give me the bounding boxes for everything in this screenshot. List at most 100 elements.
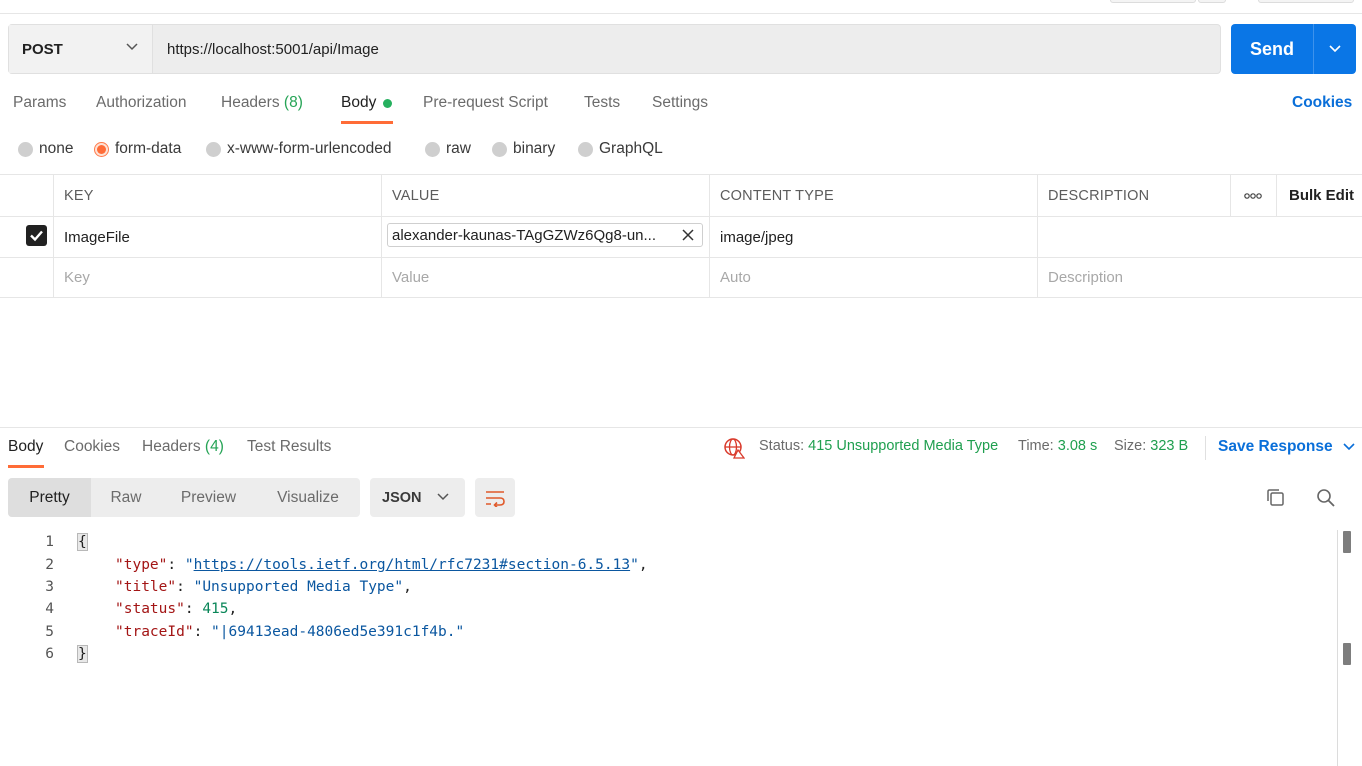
- json-string-value: "|69413ead-4806ed5e391c1f4b.": [211, 624, 465, 640]
- response-tab-cookies[interactable]: Cookies: [64, 438, 120, 456]
- scrollbar-track[interactable]: [1337, 530, 1338, 766]
- line-number: 4: [45, 601, 54, 617]
- tab-authorization[interactable]: Authorization: [96, 94, 186, 112]
- copy-icon[interactable]: [1264, 486, 1288, 510]
- new-content-type-input[interactable]: Auto: [709, 258, 1037, 297]
- tab-headers[interactable]: Headers (8): [221, 94, 303, 112]
- checkmark-icon: [30, 230, 43, 242]
- wrap-lines-icon: [486, 490, 505, 507]
- response-tab-body[interactable]: Body: [8, 438, 43, 456]
- chevron-down-icon: [437, 493, 449, 501]
- code-line: "traceId": "|69413ead-4806ed5e391c1f4b.": [115, 624, 465, 640]
- scrollbar-thumb[interactable]: [1343, 531, 1351, 553]
- row-description-field[interactable]: [1037, 217, 1362, 257]
- method-label: POST: [22, 40, 63, 58]
- radio-circle: [18, 141, 33, 157]
- response-time: Time: 3.08 s: [1018, 438, 1097, 454]
- size-label: Size:: [1114, 438, 1147, 454]
- json-key: "traceId": [115, 624, 194, 640]
- tab-headers-count: (8): [283, 94, 303, 111]
- response-body-code[interactable]: 1 2 3 4 5 6 { "type": "https://tools.iet…: [0, 530, 1338, 766]
- tab-params[interactable]: Params: [13, 94, 66, 112]
- json-key: "type": [115, 557, 168, 573]
- tab-settings[interactable]: Settings: [652, 94, 708, 112]
- chevron-down-icon: [126, 43, 138, 51]
- radio-graphql[interactable]: GraphQL: [578, 140, 663, 158]
- save-response-button[interactable]: Save Response: [1218, 438, 1355, 456]
- line-number: 6: [45, 646, 54, 662]
- json-number-value: 415: [202, 601, 229, 617]
- radio-circle: [425, 141, 440, 157]
- response-tab-headers[interactable]: Headers (4): [142, 438, 224, 456]
- active-tab-underline: [341, 121, 393, 124]
- size-value: 323 B: [1150, 438, 1189, 454]
- radio-form-data[interactable]: form-data: [94, 140, 181, 158]
- send-options-button[interactable]: [1314, 24, 1356, 74]
- view-mode-switcher: Pretty Raw Preview Visualize: [8, 478, 360, 517]
- radio-circle-selected: [94, 141, 109, 157]
- column-divider: [1276, 174, 1277, 217]
- search-icon[interactable]: [1314, 486, 1338, 510]
- close-icon[interactable]: [680, 227, 696, 243]
- file-value-chip[interactable]: alexander-kaunas-TAgGZWz6Qg8-un...: [387, 223, 703, 247]
- radio-circle: [206, 141, 221, 157]
- radio-circle: [492, 141, 507, 157]
- top-toolbar-chip[interactable]: [1110, 0, 1196, 3]
- radio-raw[interactable]: raw: [425, 140, 471, 158]
- tab-pre-request-script[interactable]: Pre-request Script: [423, 94, 548, 112]
- open-brace: {: [77, 533, 88, 551]
- cookies-link[interactable]: Cookies: [1292, 94, 1352, 112]
- tab-tests[interactable]: Tests: [584, 94, 620, 112]
- json-link-value[interactable]: https://tools.ietf.org/html/rfc7231#sect…: [194, 557, 631, 573]
- json-key: "title": [115, 579, 177, 595]
- view-mode-preview[interactable]: Preview: [161, 478, 256, 517]
- network-globe-icon[interactable]: [723, 437, 745, 459]
- line-number: 3: [45, 579, 54, 595]
- radio-none[interactable]: none: [18, 140, 73, 158]
- radio-urlencoded-label: x-www-form-urlencoded: [227, 140, 392, 157]
- line-number: 2: [45, 557, 54, 573]
- send-button-group: Send: [1231, 24, 1356, 74]
- status-label: Status:: [759, 438, 805, 454]
- column-header-key: KEY: [64, 187, 94, 204]
- row-content-type-field[interactable]: image/jpeg: [709, 217, 1037, 257]
- row-key-field[interactable]: ImageFile: [53, 217, 381, 257]
- chevron-down-icon: [1329, 45, 1341, 53]
- response-tab-headers-count: (4): [204, 438, 224, 455]
- json-string-value: "Unsupported Media Type": [193, 579, 404, 595]
- radio-binary-label: binary: [513, 140, 556, 157]
- radio-circle: [578, 141, 593, 157]
- radio-binary[interactable]: binary: [492, 140, 555, 158]
- scrollbar-thumb[interactable]: [1343, 643, 1351, 665]
- new-value-input[interactable]: Value: [381, 258, 709, 297]
- response-tab-test-results[interactable]: Test Results: [247, 438, 331, 456]
- status-value: 415 Unsupported Media Type: [808, 438, 999, 454]
- send-button[interactable]: Send: [1231, 24, 1314, 74]
- divider: [1205, 436, 1206, 460]
- response-divider: [0, 427, 1362, 428]
- body-indicator-dot: [383, 99, 392, 108]
- url-input[interactable]: https://localhost:5001/api/Image: [153, 25, 1220, 73]
- top-toolbar-chip[interactable]: [1198, 0, 1226, 3]
- row-enabled-checkbox[interactable]: [26, 225, 47, 246]
- table-header-row: KEY VALUE CONTENT TYPE DESCRIPTION Bulk …: [0, 174, 1362, 217]
- format-select[interactable]: JSON: [370, 478, 465, 517]
- column-header-value: VALUE: [392, 187, 440, 204]
- save-response-label: Save Response: [1218, 438, 1333, 455]
- new-key-input[interactable]: Key: [53, 258, 381, 297]
- top-toolbar-chip[interactable]: [1258, 0, 1354, 3]
- view-mode-pretty[interactable]: Pretty: [8, 478, 91, 517]
- active-tab-underline: [8, 465, 44, 468]
- file-name: alexander-kaunas-TAgGZWz6Qg8-un...: [392, 226, 657, 244]
- radio-x-www-form-urlencoded[interactable]: x-www-form-urlencoded: [206, 140, 392, 158]
- bulk-edit-button[interactable]: Bulk Edit: [1276, 175, 1362, 216]
- method-select[interactable]: POST: [9, 25, 153, 73]
- response-status: Status: 415 Unsupported Media Type: [759, 438, 998, 454]
- wrap-lines-button[interactable]: [475, 478, 515, 517]
- tab-body[interactable]: Body: [341, 94, 376, 112]
- view-mode-visualize[interactable]: Visualize: [256, 478, 360, 517]
- radio-raw-label: raw: [446, 140, 471, 157]
- new-description-input[interactable]: Description: [1037, 258, 1362, 297]
- more-options-icon[interactable]: [1230, 175, 1276, 216]
- view-mode-raw[interactable]: Raw: [91, 478, 161, 517]
